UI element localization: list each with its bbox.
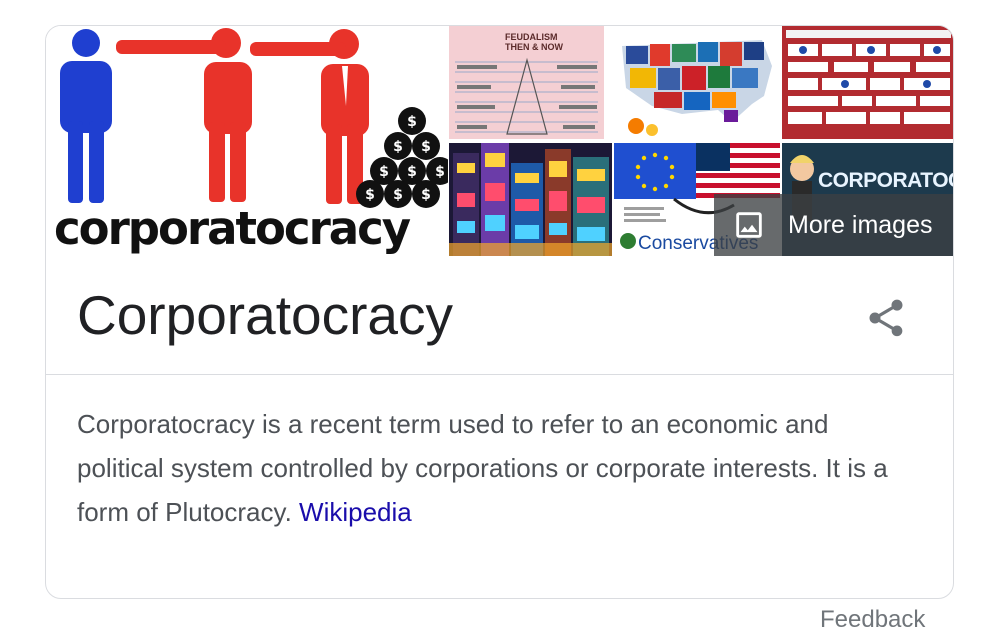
svg-text:$: $ <box>393 187 403 203</box>
panel-title: Corporatocracy <box>77 284 453 346</box>
feedback-link[interactable]: Feedback <box>820 606 925 634</box>
more-images-label: More images <box>788 211 933 239</box>
image-tile-us-map[interactable] <box>612 26 778 139</box>
cartoon-title: CORPORATOCRACY <box>818 169 953 192</box>
description-text: Corporatocracy is a recent term used to … <box>77 409 888 527</box>
corporate-logos-graphic <box>782 26 953 139</box>
knowledge-panel: $ $ $ $ $ $ $ $ $ corporatocracy FEUDALISM TH… <box>45 25 954 599</box>
svg-text:$: $ <box>379 164 389 180</box>
svg-text:$: $ <box>407 114 417 130</box>
corporatocracy-logo-text: corporatocracy <box>54 202 411 255</box>
svg-text:$: $ <box>421 139 431 155</box>
svg-text:$: $ <box>435 164 445 180</box>
image-gallery: $ $ $ $ $ $ $ $ $ corporatocracy FEUDALISM TH… <box>46 26 953 256</box>
image-icon <box>736 212 762 238</box>
city-lights-graphic <box>449 143 612 256</box>
image-tile-corporate-logos[interactable] <box>782 26 953 139</box>
share-icon[interactable] <box>864 296 908 340</box>
svg-text:$: $ <box>421 187 431 203</box>
wikipedia-link[interactable]: Wikipedia <box>299 497 412 527</box>
panel-description: Corporatocracy is a recent term used to … <box>77 402 917 534</box>
svg-text:$: $ <box>393 139 403 155</box>
us-corporate-map-graphic <box>622 40 772 136</box>
svg-text:$: $ <box>365 187 375 203</box>
divider <box>46 374 953 375</box>
svg-text:$: $ <box>407 164 417 180</box>
image-tile-city-lights[interactable] <box>449 143 612 256</box>
image-tile-corporatocracy[interactable]: $ $ $ $ $ $ $ $ $ corporatocracy <box>46 26 448 256</box>
image-tile-feudalism[interactable]: FEUDALISM THEN & NOW <box>449 26 604 139</box>
feudalism-pyramid-graphic <box>455 57 598 135</box>
more-images-button[interactable]: More images <box>714 194 953 256</box>
